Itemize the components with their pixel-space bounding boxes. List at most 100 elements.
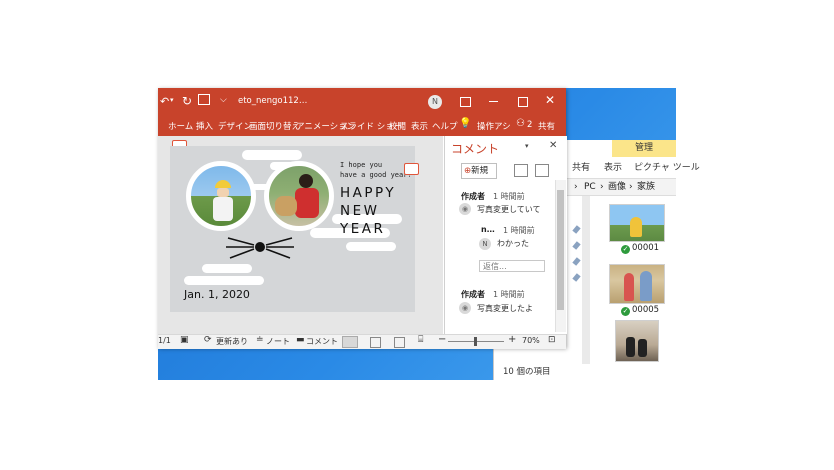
- breadcrumb-pc[interactable]: PC: [584, 179, 596, 195]
- undo-icon[interactable]: ↶: [160, 95, 169, 108]
- status-bar: 10 個の項目: [494, 364, 676, 380]
- comment-author: 作成者: [461, 192, 485, 201]
- next-comment-icon[interactable]: [535, 164, 549, 177]
- cloud-decoration: [242, 150, 302, 160]
- tab-help[interactable]: ヘルプ: [432, 120, 458, 132]
- pin-icon: [572, 257, 581, 266]
- tab-review[interactable]: 校閲: [389, 120, 406, 132]
- person-icon: ⚇: [516, 118, 525, 129]
- ribbon-display-icon[interactable]: [460, 97, 471, 107]
- comment-icon: ▬: [296, 335, 305, 345]
- title-bar: ↶ ▾ ↻ ⌵ eto_nengo112… N ✕: [158, 88, 566, 116]
- fit-to-window-icon[interactable]: ⊡: [548, 335, 556, 345]
- chevron-down-icon[interactable]: ▾: [525, 142, 529, 150]
- redo-icon[interactable]: ↻: [182, 94, 192, 108]
- tell-me-search[interactable]: 操作アシ: [477, 120, 511, 132]
- comment-text[interactable]: 写真変更したよ: [477, 303, 533, 314]
- comment-author: 作成者: [461, 290, 485, 299]
- comment-marker-icon[interactable]: [404, 163, 419, 175]
- notes-button[interactable]: ノート: [266, 336, 290, 347]
- previous-comment-icon[interactable]: [514, 164, 528, 177]
- tab-view[interactable]: 表示: [411, 120, 428, 132]
- sync-check-icon: ✓: [621, 307, 630, 316]
- slide-canvas[interactable]: I hope you have a good year! HAPPY NEW Y…: [158, 136, 443, 334]
- zoom-in-button[interactable]: +: [508, 334, 516, 345]
- headline-line-1: HAPPY: [340, 185, 397, 201]
- slide-date: Jan. 1, 2020: [184, 288, 250, 301]
- avatar[interactable]: N: [428, 95, 442, 109]
- ribbon-tabs: ホーム 挿入 デザイン 画面切り替え アニメーション スライド ショー 校閲 表…: [158, 116, 566, 136]
- user-avatar-icon: ◉: [459, 203, 471, 215]
- powerpoint-window: ↶ ▾ ↻ ⌵ eto_nengo112… N ✕ ホーム 挿入 デザイン 画面…: [158, 88, 567, 349]
- page-indicator: 1/1: [158, 336, 171, 345]
- accessibility-icon[interactable]: ▣: [180, 335, 189, 345]
- nav-scrollbar[interactable]: [582, 196, 590, 364]
- file-label[interactable]: ✓ 00005: [621, 305, 659, 316]
- pin-icon: [572, 273, 581, 282]
- chevron-right-icon: ›: [629, 182, 633, 192]
- breadcrumb-family[interactable]: 家族: [637, 179, 655, 195]
- tab-picture-tools[interactable]: ピクチャ ツール: [634, 160, 700, 173]
- reply-input[interactable]: [479, 260, 545, 272]
- zoom-out-button[interactable]: −: [438, 334, 446, 345]
- tab-view[interactable]: 表示: [604, 160, 622, 173]
- photo-circle-left[interactable]: [186, 161, 256, 231]
- zoom-slider-handle[interactable]: [474, 337, 477, 346]
- maximize-icon[interactable]: [518, 97, 528, 107]
- user-avatar-icon: ◉: [459, 302, 471, 314]
- reply-avatar: N: [479, 238, 491, 250]
- tab-transitions[interactable]: 画面切り替え: [249, 120, 300, 132]
- greeting-line-1: I hope you: [340, 161, 383, 169]
- share-button[interactable]: 共有: [538, 120, 555, 132]
- close-icon[interactable]: ✕: [549, 140, 557, 151]
- comments-scrollbar[interactable]: [555, 180, 566, 332]
- reply-author: n…: [481, 225, 495, 234]
- whiskers-graphic: [226, 237, 294, 259]
- file-thumbnail[interactable]: [609, 264, 665, 304]
- slideshow-view-icon[interactable]: ⌸: [418, 335, 423, 345]
- reading-view-icon[interactable]: [394, 337, 405, 348]
- updates-available[interactable]: 更新あり: [216, 336, 248, 347]
- chevron-down-icon[interactable]: ▾: [170, 96, 174, 104]
- minimize-icon[interactable]: [489, 101, 498, 102]
- tab-home[interactable]: ホーム: [168, 120, 193, 132]
- slideshow-icon[interactable]: [198, 94, 210, 105]
- file-label[interactable]: ✓ 00001: [621, 243, 659, 254]
- close-icon[interactable]: ✕: [545, 93, 555, 107]
- normal-view-icon[interactable]: [342, 336, 358, 348]
- tab-insert[interactable]: 挿入: [196, 120, 213, 132]
- file-thumbnail[interactable]: [615, 320, 659, 362]
- file-thumbnail[interactable]: [609, 204, 665, 242]
- tab-manage[interactable]: 管理: [612, 140, 676, 157]
- cloud-decoration: [184, 276, 264, 285]
- comment-time: 1 時間前: [493, 192, 525, 201]
- chevron-right-icon: ›: [600, 182, 604, 192]
- lightbulb-icon[interactable]: 💡: [459, 118, 471, 129]
- sync-icon: ⟳: [204, 335, 212, 345]
- customize-icon[interactable]: ⌵: [220, 95, 227, 105]
- breadcrumb-pictures[interactable]: 画像: [608, 179, 626, 195]
- cloud-decoration: [346, 242, 396, 251]
- cloud-decoration: [202, 264, 252, 273]
- headline-line-3: YEAR: [340, 221, 386, 237]
- tab-share[interactable]: 共有: [572, 160, 590, 173]
- slide[interactable]: I hope you have a good year! HAPPY NEW Y…: [170, 146, 415, 312]
- reply-text[interactable]: わかった: [497, 238, 529, 249]
- slide-sorter-icon[interactable]: [370, 337, 381, 348]
- photo-circle-right[interactable]: [264, 161, 334, 231]
- new-comment-button[interactable]: ⊕新規: [461, 163, 497, 179]
- greeting-line-2: have a good year!: [340, 171, 412, 179]
- tab-design[interactable]: デザイン: [218, 120, 252, 132]
- comment-text[interactable]: 写真変更していて: [477, 204, 541, 215]
- comments-pane: コメント ▾ ✕ ⊕新規 作成者 1 時間前 ◉ 写真変更していて n… 1 時…: [444, 136, 567, 334]
- reply-time: 1 時間前: [503, 226, 535, 235]
- chevron-right-icon: ›: [574, 182, 578, 192]
- zoom-level[interactable]: 70%: [522, 336, 540, 345]
- ppt-status-bar: 1/1 ▣ ⟳ 更新あり ≐ ノート ▬ コメント ⌸ − + 70% ⊡: [158, 334, 566, 349]
- share-count: 2: [527, 120, 533, 130]
- sync-check-icon: ✓: [621, 245, 630, 254]
- document-title: eto_nengo112…: [238, 96, 308, 106]
- zoom-slider[interactable]: [448, 337, 504, 346]
- comments-button[interactable]: コメント: [306, 336, 338, 347]
- scrollbar-thumb[interactable]: [557, 190, 564, 310]
